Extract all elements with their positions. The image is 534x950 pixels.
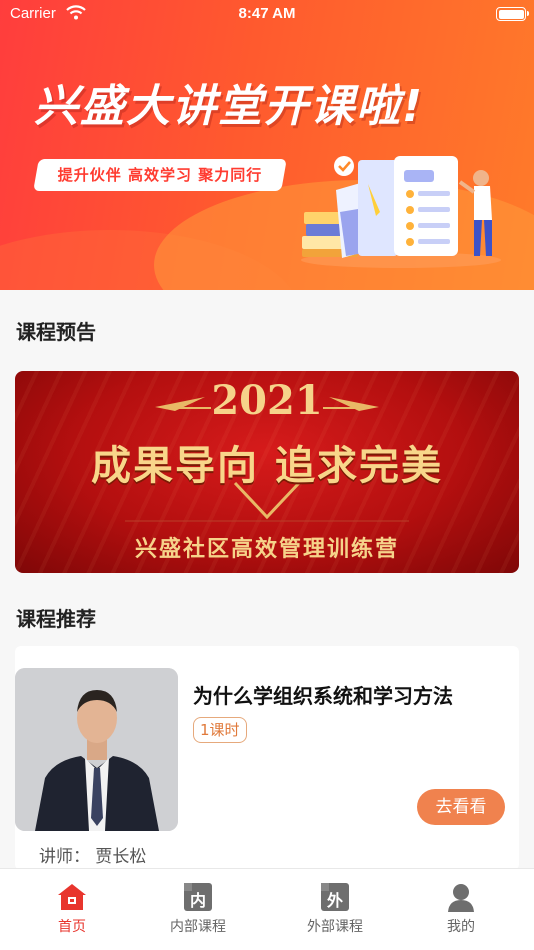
tab-home-label: 首页: [58, 919, 86, 935]
recommend-section-title: 课程推荐: [16, 607, 96, 631]
tab-internal-course-label: 内部课程: [170, 919, 226, 935]
teacher-photo: [15, 668, 178, 831]
teacher-portrait-icon: [15, 668, 178, 831]
tab-home[interactable]: 首页: [22, 881, 122, 936]
svg-text:外: 外: [326, 891, 343, 910]
preview-section-title: 课程预告: [16, 320, 96, 344]
hero-slogan: 提升伙伴 高效学习 聚力同行: [57, 166, 263, 184]
banner-motto: 成果导向 追求完美: [91, 442, 443, 489]
bottom-tab-bar: 首页 内 内部课程 外 外部课程 我的: [0, 868, 534, 950]
tab-external-course-label: 外部课程: [307, 919, 363, 935]
banner-camp-name: 兴盛社区高效管理训练营: [134, 537, 399, 562]
tab-profile[interactable]: 我的: [411, 881, 511, 936]
status-time: 8:47 AM: [238, 5, 296, 22]
profile-icon: [448, 884, 474, 912]
course-preview-banner[interactable]: 2021 成果导向 追求完美 兴盛社区高效管理训练营: [15, 371, 519, 573]
status-bar: Carrier 8:47 AM: [0, 0, 534, 28]
tab-external-course[interactable]: 外 外部课程: [285, 881, 385, 936]
course-hours-badge: 1课时: [193, 717, 247, 743]
tab-profile-label: 我的: [447, 919, 475, 935]
teacher-name: 讲师： 贾长松: [39, 847, 147, 867]
study-illustration-icon: [301, 156, 501, 268]
tab-internal-course[interactable]: 内 内部课程: [148, 881, 248, 936]
external-course-icon: 外: [321, 883, 349, 911]
watch-button[interactable]: 去看看: [417, 789, 505, 825]
svg-text:内: 内: [190, 891, 206, 910]
internal-course-icon: 内: [184, 883, 212, 911]
home-icon: [58, 884, 86, 910]
hero-banner[interactable]: 兴盛大讲堂开课啦! 提升伙伴 高效学习 聚力同行: [0, 0, 534, 290]
banner-year: 2021: [211, 377, 323, 424]
course-title[interactable]: 为什么学组织系统和学习方法: [193, 680, 453, 709]
hero-slogan-pill: 提升伙伴 高效学习 聚力同行: [33, 159, 287, 191]
course-card[interactable]: 为什么学组织系统和学习方法 1课时 去看看 讲师： 贾长松: [15, 646, 519, 870]
battery-icon: [496, 7, 529, 21]
